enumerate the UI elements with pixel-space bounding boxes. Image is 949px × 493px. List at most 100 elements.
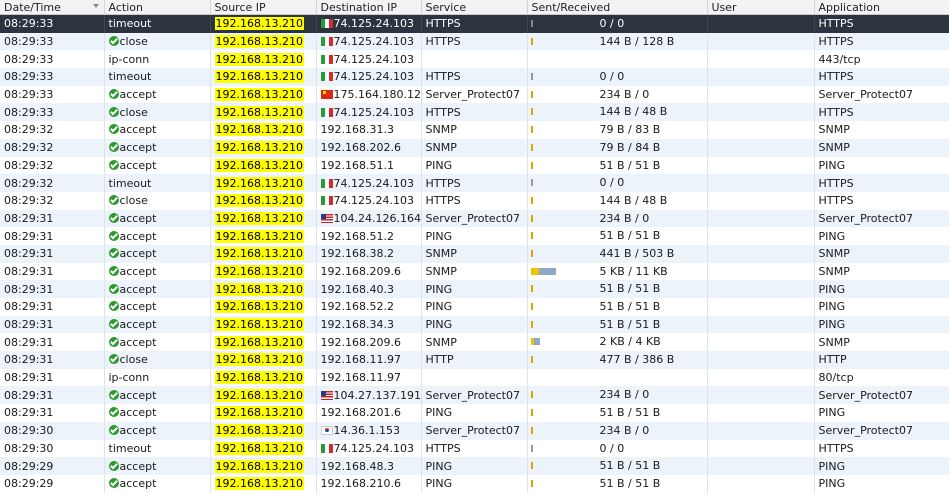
cell-user	[707, 68, 815, 86]
column-header-action[interactable]: Action	[104, 0, 211, 15]
cell-action: accept	[104, 85, 211, 104]
table-row[interactable]: 08:29:32 accept 192.168.13.210 192.168.31.3…	[0, 121, 949, 139]
cell-datetime: 08:29:31	[0, 298, 105, 316]
table-row[interactable]: 08:29:31 accept 192.168.13.210 192.168.40.3…	[0, 280, 949, 298]
check-circle-icon	[108, 142, 119, 153]
cell-sent-received: 51 B / 51 B	[527, 315, 708, 334]
destination-ip-label: 192.168.202.6	[320, 141, 401, 155]
south-korea-flag-icon	[320, 426, 333, 436]
cell-action: accept	[104, 244, 211, 263]
cell-sent-received: 234 B / 0	[527, 85, 708, 104]
source-ip-highlight: 192.168.13.210	[214, 441, 304, 455]
table-row[interactable]: 08:29:32 close 192.168.13.210 74.125.24.103…	[0, 191, 949, 210]
cell-user	[707, 421, 815, 440]
check-circle-icon	[108, 89, 119, 100]
cell-sent-received: 0 / 0	[527, 439, 708, 458]
table-row[interactable]: 08:29:33 close 192.168.13.210 74.125.24.103…	[0, 103, 949, 122]
sent-received-value: 0 / 0	[599, 70, 625, 84]
cell-sent-received	[527, 368, 708, 387]
destination-ip-label: 192.168.11.97	[320, 353, 401, 367]
column-header-user[interactable]: User	[707, 0, 815, 15]
cell-sent-received: 79 B / 84 B	[527, 138, 708, 157]
check-circle-icon	[108, 124, 119, 135]
table-row[interactable]: 08:29:30 timeout 192.168.13.210 74.125.24.1…	[0, 439, 949, 458]
cell-service: HTTPS	[421, 191, 528, 210]
destination-ip-label: 74.125.24.103	[333, 441, 414, 455]
sent-received-value: 51 B / 51 B	[599, 229, 661, 243]
table-row[interactable]: 08:29:33 close 192.168.13.210 74.125.24.103…	[0, 32, 949, 51]
column-header-application[interactable]: Application	[814, 0, 949, 15]
column-header-sent-received[interactable]: Sent/Received	[527, 0, 708, 15]
traffic-marker	[530, 20, 533, 27]
table-row[interactable]: 08:29:33 accept 192.168.13.210 175.164.180.…	[0, 85, 949, 104]
cell-service	[421, 50, 528, 69]
china-flag-icon	[320, 90, 333, 100]
cell-destination-ip: 192.168.209.6	[316, 333, 422, 352]
table-row[interactable]: 08:29:31 close 192.168.13.210 192.168.11.97…	[0, 351, 949, 369]
usa-flag-icon	[320, 213, 333, 223]
table-row[interactable]: 08:29:29 accept 192.168.13.210 192.168.48.3…	[0, 457, 949, 475]
table-row[interactable]: 08:29:31 accept 192.168.13.210 104.24.126.1…	[0, 209, 949, 228]
destination-ip-label: 192.168.38.2	[320, 247, 394, 261]
table-row[interactable]: 08:29:32 accept 192.168.13.210 192.168.51.1…	[0, 156, 949, 175]
table-row[interactable]: 08:29:32 timeout 192.168.13.210 74.125.24.1…	[0, 174, 949, 192]
sent-received-value: 79 B / 83 B	[599, 123, 661, 137]
cell-destination-ip: 192.168.52.2	[316, 298, 422, 316]
cell-application: 80/tcp	[814, 368, 949, 387]
cell-service: PING	[421, 457, 528, 475]
table-row[interactable]: 08:29:33 timeout 192.168.13.210 74.125.24.1…	[0, 14, 949, 33]
column-header-source-ip[interactable]: Source IP	[210, 0, 317, 15]
table-row[interactable]: 08:29:31 accept 192.168.13.210 192.168.52.2…	[0, 298, 949, 316]
cell-action: accept	[104, 262, 211, 281]
table-row[interactable]: 08:29:31 accept 192.168.13.210 192.168.34.3…	[0, 315, 949, 334]
table-row[interactable]: 08:29:31 accept 192.168.13.210 192.168.51.2…	[0, 227, 949, 245]
table-row[interactable]: 08:29:31 accept 192.168.13.210 104.27.137.1…	[0, 386, 949, 405]
cell-service: HTTPS	[421, 174, 528, 192]
cell-destination-ip: 74.125.24.103	[316, 174, 422, 192]
cell-source-ip: 192.168.13.210	[210, 351, 317, 369]
table-row[interactable]: 08:29:31 accept 192.168.13.210 192.168.38.2…	[0, 244, 949, 263]
traffic-marker	[530, 179, 533, 187]
table-row[interactable]: 08:29:30 accept 192.168.13.210 14.36.1.153 S…	[0, 421, 949, 440]
cell-datetime: 08:29:32	[0, 138, 105, 157]
source-ip-highlight: 192.168.13.210	[214, 406, 304, 420]
table-row[interactable]: 08:29:31 accept 192.168.13.210 192.168.201.…	[0, 404, 949, 422]
cell-sent-received: 51 B / 51 B	[527, 156, 708, 175]
table-row[interactable]: 08:29:33 timeout 192.168.13.210 74.125.24.1…	[0, 68, 949, 86]
cell-datetime: 08:29:33	[0, 103, 105, 122]
destination-ip-label: 192.168.48.3	[320, 459, 394, 473]
column-header-datetime[interactable]: Date/Time	[0, 0, 105, 15]
destination-ip-label: 192.168.31.3	[320, 123, 394, 137]
destination-ip-label: 74.125.24.103	[333, 105, 414, 119]
table-row[interactable]: 08:29:32 accept 192.168.13.210 192.168.202.…	[0, 138, 949, 157]
cell-action: accept	[104, 421, 211, 440]
cell-application: PING	[814, 457, 949, 475]
cell-user	[707, 280, 815, 298]
cell-source-ip: 192.168.13.210	[210, 174, 317, 192]
sent-received-value: 0 / 0	[599, 17, 625, 30]
table-row[interactable]: 08:29:31 accept 192.168.13.210 192.168.209.…	[0, 333, 949, 352]
cell-destination-ip: 192.168.38.2	[316, 244, 422, 263]
destination-ip-label: 74.125.24.103	[333, 17, 414, 31]
source-ip-highlight: 192.168.13.210	[214, 176, 304, 190]
source-ip-highlight: 192.168.13.210	[214, 158, 304, 172]
check-circle-icon	[108, 195, 119, 206]
check-circle-icon	[108, 230, 119, 241]
cell-datetime: 08:29:33	[0, 32, 105, 51]
column-header-service[interactable]: Service	[421, 0, 528, 15]
cell-user	[707, 227, 815, 245]
destination-ip-label: 104.24.126.164	[333, 211, 421, 225]
source-ip-highlight: 192.168.13.210	[214, 282, 304, 296]
source-ip-highlight: 192.168.13.210	[214, 371, 304, 385]
cell-user	[707, 333, 815, 352]
table-row[interactable]: 08:29:33 ip-conn 192.168.13.210 74.125.24.1…	[0, 50, 949, 69]
column-header-destination-ip[interactable]: Destination IP	[316, 0, 422, 15]
sent-received-value: 234 B / 0	[599, 87, 650, 101]
cell-application: SNMP	[814, 262, 949, 281]
destination-ip-label: 192.168.40.3	[320, 282, 394, 296]
traffic-marker	[530, 479, 533, 487]
cell-user	[707, 191, 815, 210]
table-row[interactable]: 08:29:31 accept 192.168.13.210 192.168.209.…	[0, 262, 949, 281]
table-row[interactable]: 08:29:31 ip-conn 192.168.13.210 192.168.11.…	[0, 368, 949, 387]
action-label: accept	[119, 88, 157, 102]
